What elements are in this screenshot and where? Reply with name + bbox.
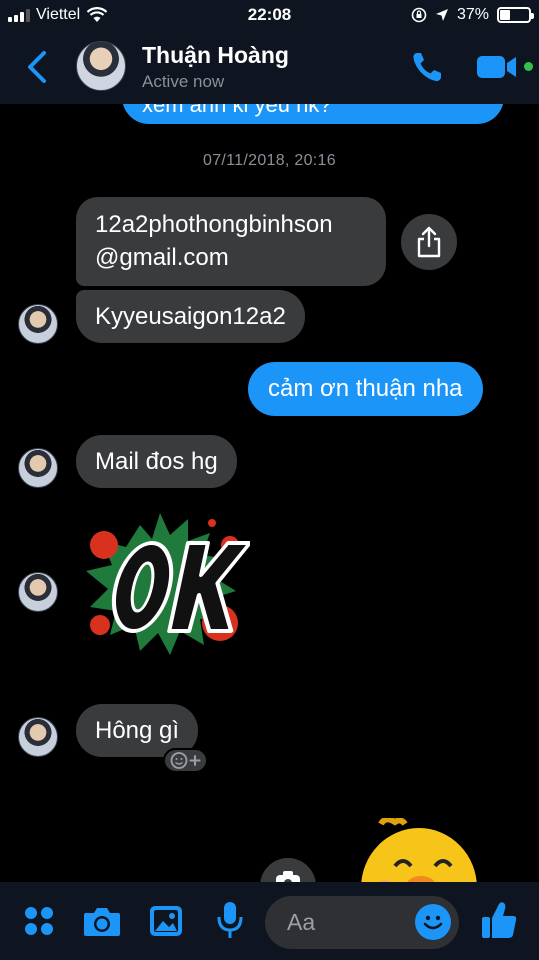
status-bar: Viettel 22:08 37% bbox=[0, 0, 539, 30]
message-bubble-sent[interactable]: cảm ơn thuận nha bbox=[248, 362, 483, 416]
conversation-header: Thuận Hoàng Active now bbox=[0, 30, 539, 104]
sender-avatar[interactable] bbox=[18, 717, 58, 757]
online-indicator bbox=[524, 62, 533, 71]
contact-status: Active now bbox=[142, 72, 225, 91]
back-chevron-icon[interactable] bbox=[22, 48, 52, 86]
phone-call-icon[interactable] bbox=[410, 50, 444, 84]
message-bubble-received[interactable]: Mail đos hg bbox=[76, 435, 237, 488]
thumbs-up-icon[interactable] bbox=[480, 900, 518, 940]
add-reaction-button[interactable] bbox=[163, 748, 208, 773]
smiley-plus-icon bbox=[170, 752, 201, 769]
sender-avatar[interactable] bbox=[18, 304, 58, 344]
gallery-icon[interactable] bbox=[148, 904, 184, 938]
composer-bar bbox=[0, 882, 539, 960]
message-bubble-received[interactable]: 12a2phothongbinhson @gmail.com bbox=[76, 197, 386, 286]
emoji-button[interactable] bbox=[415, 904, 451, 940]
message-text-line: 12a2phothongbinhson bbox=[95, 211, 333, 238]
share-icon bbox=[417, 226, 441, 258]
message-input-container[interactable] bbox=[265, 896, 459, 949]
share-button[interactable] bbox=[401, 214, 457, 270]
message-timestamp: 07/11/2018, 20:16 bbox=[203, 152, 336, 169]
status-right: 37% bbox=[411, 6, 534, 24]
message-input[interactable] bbox=[287, 904, 407, 940]
emoji-icon bbox=[423, 915, 443, 930]
message-bubble-received[interactable]: Kyyeusaigon12a2 bbox=[76, 290, 305, 343]
more-apps-icon[interactable] bbox=[22, 904, 56, 938]
message-text-line: @gmail.com bbox=[95, 244, 229, 271]
battery-fill bbox=[500, 10, 511, 20]
contact-avatar[interactable] bbox=[76, 41, 126, 91]
battery-icon bbox=[497, 7, 534, 23]
battery-percent: 37% bbox=[456, 6, 489, 23]
location-arrow-icon bbox=[435, 9, 448, 21]
orientation-lock-icon bbox=[411, 7, 427, 23]
microphone-icon[interactable] bbox=[216, 900, 244, 940]
video-call-icon[interactable] bbox=[476, 52, 520, 82]
ok-sticker[interactable] bbox=[80, 505, 250, 663]
sender-avatar[interactable] bbox=[18, 572, 58, 612]
sender-avatar[interactable] bbox=[18, 448, 58, 488]
camera-icon[interactable] bbox=[82, 904, 122, 938]
contact-name[interactable]: Thuận Hoàng bbox=[142, 42, 289, 69]
